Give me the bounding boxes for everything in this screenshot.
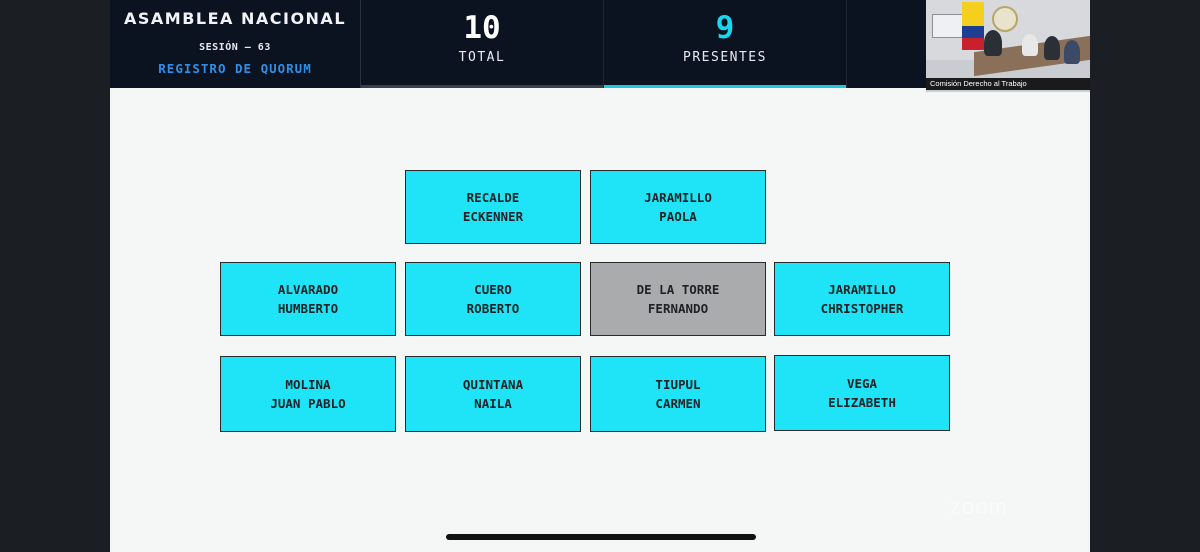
member-surname: TIUPUL xyxy=(655,377,701,392)
member-given-name: CHRISTOPHER xyxy=(820,301,904,316)
member-card: RECALDE ECKENNER xyxy=(405,170,581,244)
member-card: JARAMILLO PAOLA xyxy=(590,170,766,244)
member-surname: RECALDE xyxy=(466,190,520,205)
member-card: TIUPUL CARMEN xyxy=(590,356,766,432)
member-given-name: PAOLA xyxy=(659,209,697,224)
member-card: JARAMILLO CHRISTOPHER xyxy=(774,262,950,336)
member-surname: QUINTANA xyxy=(462,377,524,392)
member-given-name: NAILA xyxy=(474,396,512,411)
member-surname: JARAMILLO xyxy=(828,282,896,297)
member-given-name: FERNANDO xyxy=(647,301,709,316)
member-given-name: ELIZABETH xyxy=(828,395,896,410)
member-given-name: ECKENNER xyxy=(462,209,524,224)
home-indicator[interactable] xyxy=(446,534,756,540)
member-surname: MOLINA xyxy=(285,377,331,392)
member-surname: VEGA xyxy=(846,376,878,391)
member-card: VEGA ELIZABETH xyxy=(774,355,950,431)
member-given-name: CARMEN xyxy=(655,396,701,411)
member-surname: DE LA TORRE xyxy=(636,282,720,297)
member-surname: ALVARADO xyxy=(277,282,339,297)
member-card: CUERO ROBERTO xyxy=(405,262,581,336)
member-card: QUINTANA NAILA xyxy=(405,356,581,432)
member-given-name: ROBERTO xyxy=(466,301,520,316)
member-surname: CUERO xyxy=(474,282,512,297)
quorum-screen: ASAMBLEA NACIONAL SESIÓN — 63 REGISTRO D… xyxy=(110,0,1090,552)
member-grid: RECALDE ECKENNER JARAMILLO PAOLA ALVARAD… xyxy=(110,0,1090,552)
member-given-name: JUAN PABLO xyxy=(270,396,346,411)
member-card: MOLINA JUAN PABLO xyxy=(220,356,396,432)
member-card: DE LA TORRE FERNANDO xyxy=(590,262,766,336)
member-given-name: HUMBERTO xyxy=(277,301,339,316)
zoom-watermark: zoom xyxy=(950,494,1008,519)
member-card: ALVARADO HUMBERTO xyxy=(220,262,396,336)
member-surname: JARAMILLO xyxy=(644,190,712,205)
